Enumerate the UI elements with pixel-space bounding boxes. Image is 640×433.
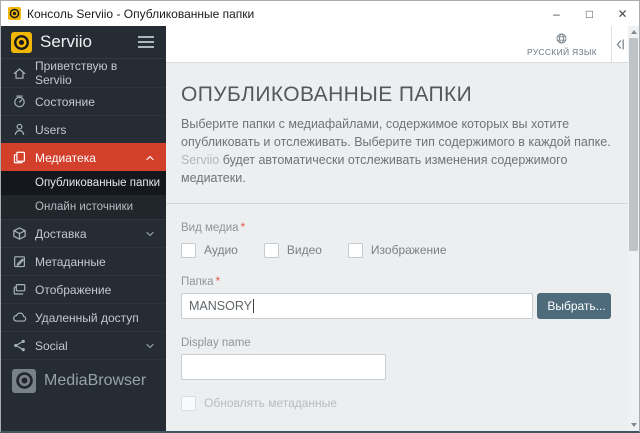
browse-button-label: Выбрать... (547, 299, 606, 313)
intro-text: будет автоматически отслеживать изменени… (181, 153, 568, 185)
checkbox-label: Аудио (204, 243, 238, 257)
sidebar-item-label: Медиатека (35, 150, 96, 165)
share-icon (11, 338, 27, 354)
sidebar-subitem-online-sources[interactable]: Онлайн источники (1, 195, 166, 219)
language-selector[interactable]: РУССКИЙ ЯЗЫК (513, 26, 611, 62)
section-divider (166, 203, 628, 204)
serviio-logo-icon (11, 31, 32, 53)
delivery-icon (11, 226, 27, 242)
window-controls: – □ ✕ (540, 1, 639, 26)
checkbox-update-metadata[interactable]: Обновлять метаданные (181, 396, 337, 411)
page-content: ОПУБЛИКОВАННЫЕ ПАПКИ Выберите папки с ме… (166, 63, 628, 431)
titlebar: Консоль Serviio - Опубликованные папки –… (1, 1, 639, 26)
display-name-input[interactable] (181, 354, 386, 380)
checkbox-box[interactable] (181, 396, 196, 411)
required-mark: * (215, 276, 221, 288)
sidebar-item-welcome[interactable]: Приветствую в Serviio (1, 59, 166, 87)
collapse-panel-button[interactable] (611, 26, 628, 62)
sidebar-item-label: Приветствую в Serviio (35, 59, 118, 87)
sidebar-item-label: Social (35, 338, 68, 353)
sidebar-item-delivery[interactable]: Доставка (1, 219, 166, 247)
scrollbar-track[interactable] (628, 38, 639, 419)
mediabrowser-brand: MediaBrowser (1, 359, 166, 401)
collapse-icon (616, 38, 624, 50)
minimize-button[interactable]: – (540, 1, 573, 26)
app-logo-icon (8, 7, 21, 20)
folder-row: MANSORY Выбрать... (181, 293, 611, 319)
sidebar-item-label: Users (35, 122, 67, 137)
presentation-icon (11, 282, 27, 298)
mediabrowser-logo-icon (12, 368, 36, 393)
sidebar-subitem-label: Опубликованные папки (35, 177, 161, 189)
sidebar-subitem-label: Онлайн источники (35, 201, 134, 213)
sidebar-item-remote-access[interactable]: Удаленный доступ (1, 303, 166, 331)
update-metadata-row: Обновлять метаданные (181, 396, 611, 411)
chevron-up-icon (144, 152, 156, 164)
status-icon (11, 94, 27, 110)
sidebar-item-metadata[interactable]: Метаданные (1, 247, 166, 275)
intro-brand-word: Serviio (181, 153, 220, 167)
chevron-down-icon (144, 228, 156, 240)
scroll-up-icon[interactable] (628, 26, 639, 38)
main-topbar: РУССКИЙ ЯЗЫК (166, 26, 628, 63)
sidebar-item-social[interactable]: Social (1, 331, 166, 359)
checkbox-video[interactable]: Видео (263, 243, 322, 258)
brand-name: Serviio (40, 32, 92, 51)
media-type-options: Аудио Видео Изображение (181, 243, 611, 258)
maximize-button[interactable]: □ (573, 1, 606, 26)
folder-label: Папка * (181, 276, 221, 288)
window-title: Консоль Serviio - Опубликованные папки (27, 6, 255, 21)
page-intro: Выберите папки с медиафайлами, содержимо… (181, 115, 611, 187)
page-title: ОПУБЛИКОВАННЫЕ ПАПКИ (181, 83, 473, 106)
sidebar-nav: Приветствую в Serviio Состояние Users Ме… (1, 59, 166, 359)
checkbox-image[interactable]: Изображение (347, 243, 447, 258)
browse-button[interactable]: Выбрать... (537, 293, 611, 319)
checkbox-box[interactable] (263, 243, 279, 258)
metadata-icon (11, 254, 27, 270)
sidebar-item-label: Удаленный доступ (35, 310, 139, 325)
display-name-label: Display name (181, 337, 251, 349)
media-type-label: Вид медиа * (181, 222, 246, 234)
checkbox-label: Изображение (370, 243, 447, 257)
close-button[interactable]: ✕ (606, 1, 639, 26)
language-label: РУССКИЙ ЯЗЫК (526, 46, 597, 57)
sidebar-item-label: Отображение (35, 282, 112, 297)
sidebar-item-label: Состояние (35, 94, 95, 109)
sidebar-item-presentation[interactable]: Отображение (1, 275, 166, 303)
sidebar-item-label: Доставка (35, 226, 87, 241)
intro-text: Выберите папки с медиафайлами, содержимо… (181, 117, 611, 149)
sidebar-item-status[interactable]: Состояние (1, 87, 166, 115)
remote-access-icon (11, 310, 27, 326)
sidebar-item-users[interactable]: Users (1, 115, 166, 143)
mediabrowser-name: MediaBrowser (44, 371, 147, 389)
checkbox-label: Видео (286, 243, 322, 257)
checkbox-audio[interactable]: Аудио (181, 243, 238, 258)
sidebar-filler (1, 401, 166, 431)
sidebar-item-label: Метаданные (35, 254, 106, 269)
folder-form: Вид медиа * Аудио Видео Изображение Папк… (166, 222, 628, 431)
user-icon (11, 122, 27, 138)
scrollbar-thumb[interactable] (629, 38, 638, 251)
library-icon (11, 150, 27, 166)
folder-path-value: MANSORY (189, 299, 252, 313)
checkbox-box[interactable] (347, 243, 363, 258)
folder-path-input[interactable]: MANSORY (181, 293, 533, 319)
sidebar: Serviio Приветствую в Serviio Состояние (1, 26, 166, 431)
checkbox-box[interactable] (181, 243, 196, 258)
scroll-down-icon[interactable] (628, 419, 639, 431)
sidebar-item-library[interactable]: Медиатека (1, 143, 166, 171)
vertical-scrollbar[interactable] (628, 26, 639, 431)
globe-icon (557, 33, 567, 43)
chevron-down-icon (144, 340, 156, 352)
sidebar-brand-row: Serviio (1, 26, 166, 59)
sidebar-subitem-shared-folders[interactable]: Опубликованные папки (1, 171, 166, 195)
home-icon (11, 65, 27, 81)
text-caret (252, 299, 254, 313)
menu-toggle-icon[interactable] (136, 33, 156, 51)
checkbox-label: Обновлять метаданные (204, 396, 337, 410)
serviio-console-window: Консоль Serviio - Опубликованные папки –… (0, 0, 640, 433)
main-area: РУССКИЙ ЯЗЫК ОПУБЛИКОВАННЫЕ ПАПКИ Выбери… (166, 26, 639, 431)
required-mark: * (240, 222, 246, 234)
